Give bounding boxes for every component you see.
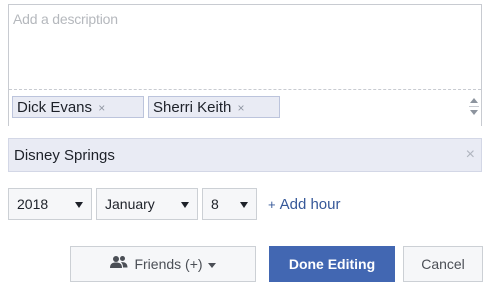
scroll-down-icon[interactable]	[470, 110, 478, 115]
chevron-down-icon	[207, 262, 216, 268]
audience-label: Friends (+)	[134, 256, 203, 272]
plus-icon: +	[268, 197, 276, 212]
remove-tag-icon[interactable]: ×	[238, 101, 245, 115]
friends-icon	[110, 247, 128, 281]
day-value: 8	[211, 196, 219, 212]
remove-tag-icon[interactable]: ×	[98, 101, 105, 115]
done-editing-button[interactable]: Done Editing	[269, 246, 395, 282]
description-textarea[interactable]: Add a description	[9, 5, 481, 89]
day-select[interactable]: 8	[202, 188, 257, 220]
location-value: Disney Springs	[14, 147, 115, 164]
clear-location-icon[interactable]: ×	[466, 146, 475, 164]
tagged-people-row[interactable]: Dick Evans × Sherri Keith ×	[9, 89, 481, 126]
audience-selector-button[interactable]: Friends (+)	[70, 246, 256, 282]
location-field[interactable]: Disney Springs ×	[8, 138, 482, 172]
tag-person[interactable]: Sherri Keith ×	[148, 96, 280, 118]
year-value: 2018	[17, 196, 49, 212]
tag-label: Dick Evans	[17, 99, 93, 116]
chevron-down-icon	[181, 202, 189, 208]
scroll-up-icon[interactable]	[470, 98, 478, 103]
tag-label: Sherri Keith	[153, 99, 232, 116]
scroll-stepper[interactable]	[467, 94, 481, 120]
cancel-button[interactable]: Cancel	[403, 246, 483, 282]
add-hour-link[interactable]: + Add hour	[268, 196, 340, 213]
year-select[interactable]: 2018	[8, 188, 92, 220]
description-box[interactable]: Add a description Dick Evans × Sherri Ke…	[8, 4, 482, 126]
chevron-down-icon	[240, 202, 248, 208]
tag-person[interactable]: Dick Evans ×	[12, 96, 144, 118]
stepper-divider	[469, 106, 479, 107]
month-value: January	[105, 196, 155, 212]
description-placeholder: Add a description	[13, 11, 118, 27]
add-hour-label: Add hour	[279, 196, 341, 213]
chevron-down-icon	[75, 202, 83, 208]
month-select[interactable]: January	[96, 188, 198, 220]
